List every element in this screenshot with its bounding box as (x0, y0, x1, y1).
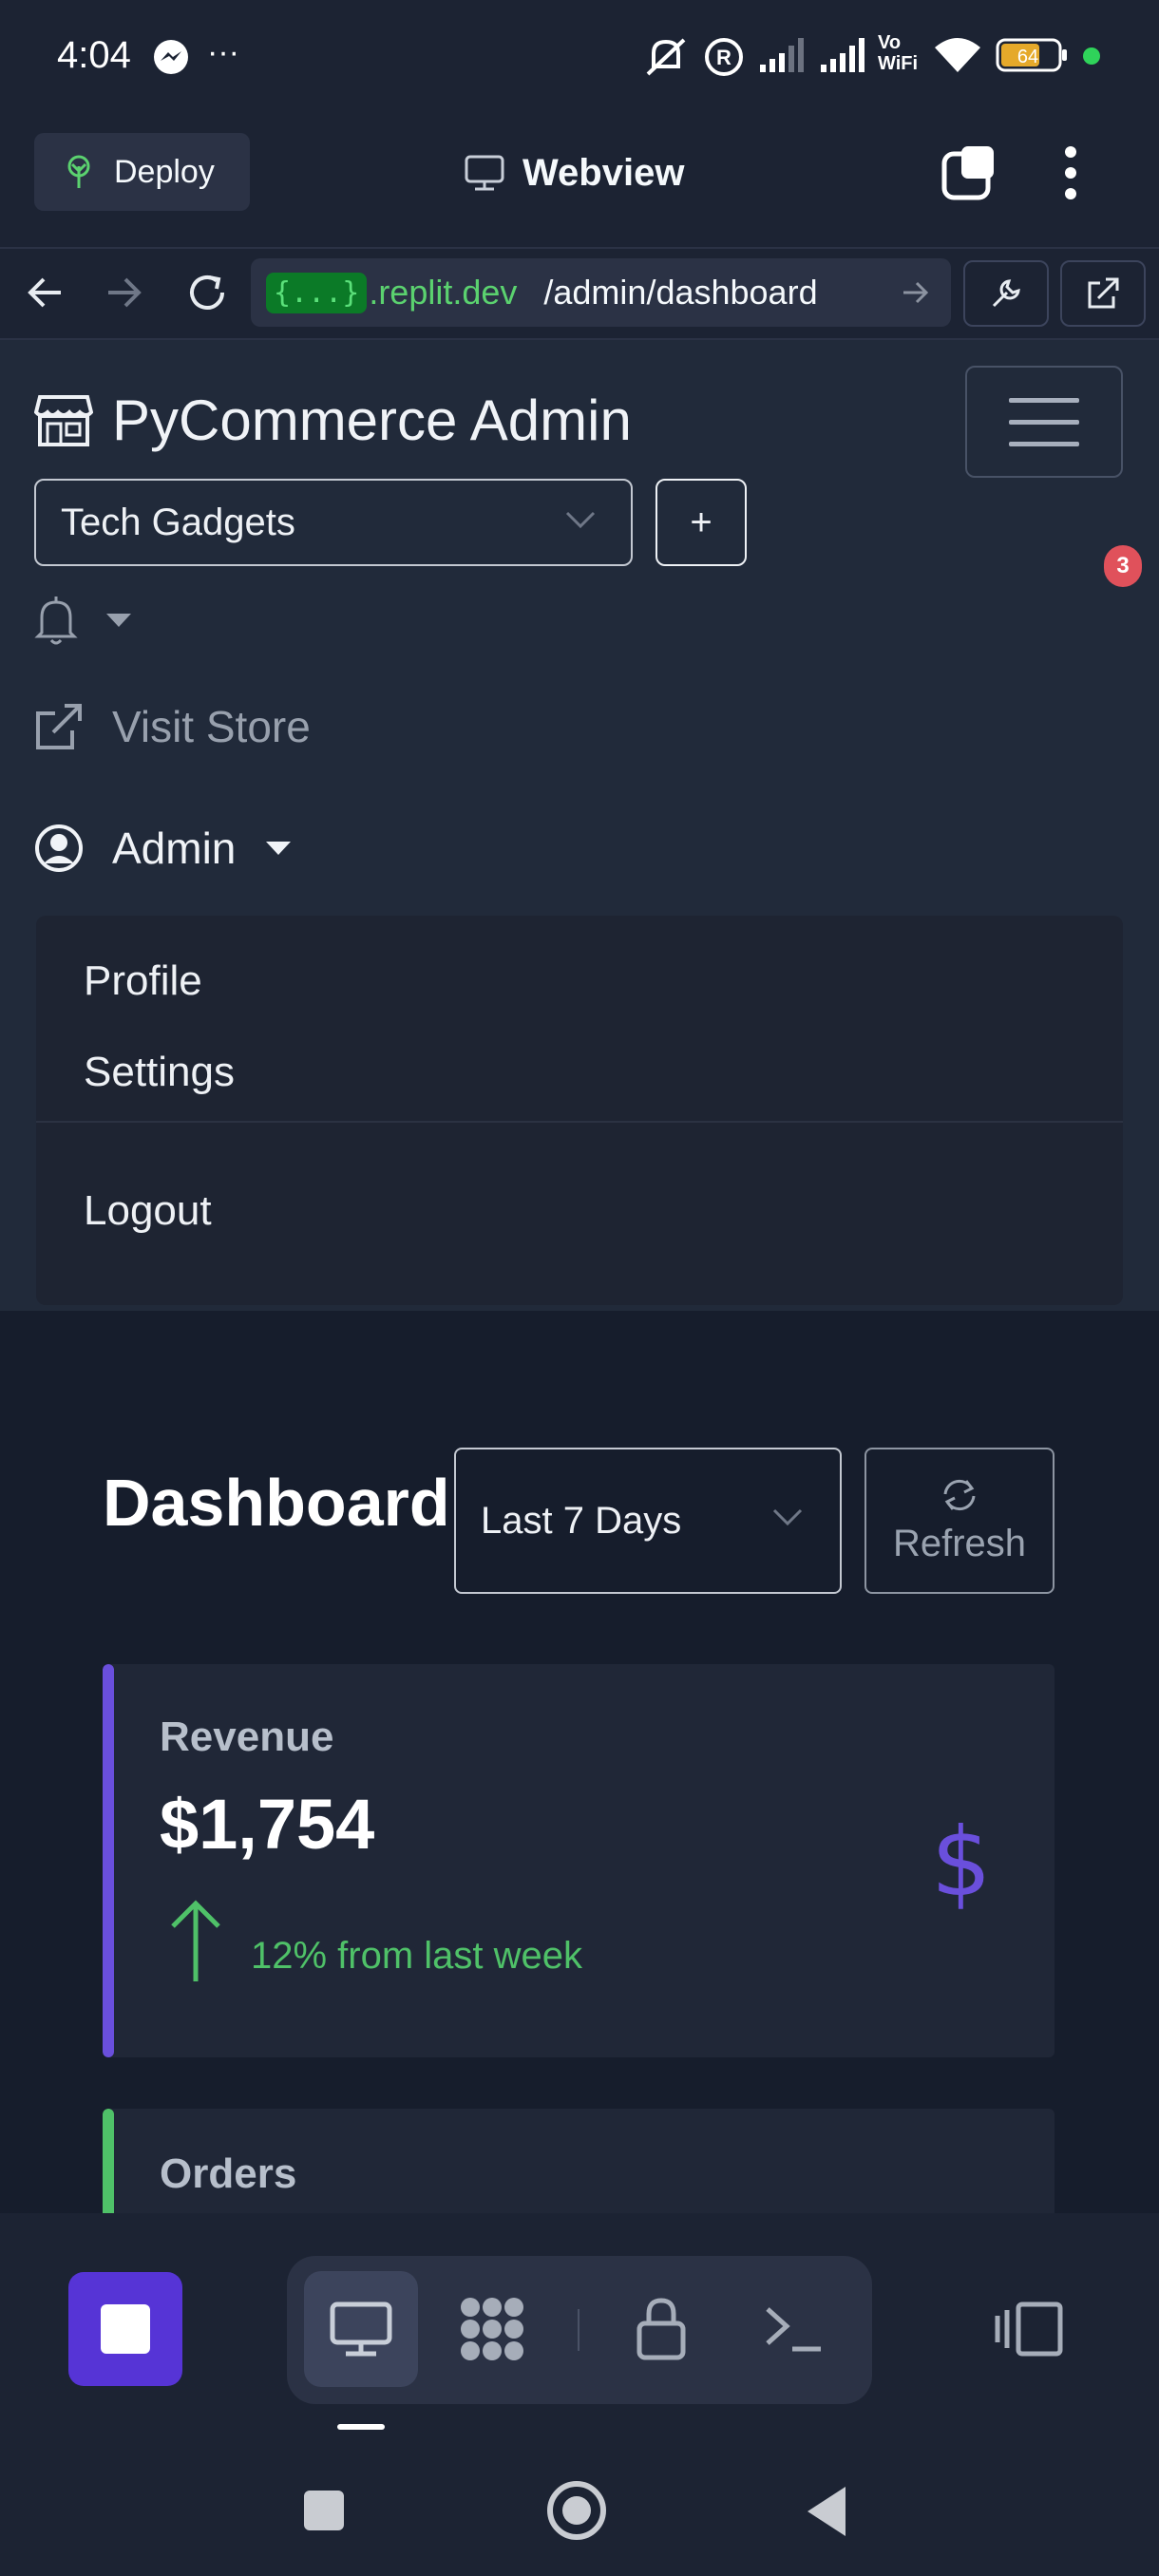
back-button[interactable] (804, 2485, 849, 2538)
status-time: 4:04 (57, 34, 131, 76)
store-select[interactable]: Tech Gadgets (34, 479, 633, 566)
home-button[interactable] (547, 2481, 606, 2540)
go-arrow-icon[interactable] (902, 279, 930, 306)
tabs-switcher-icon[interactable] (940, 142, 999, 201)
svg-text:64: 64 (1017, 47, 1038, 67)
webview-tab-title: Webview (464, 142, 684, 203)
menu-item-settings[interactable]: Settings (84, 1049, 235, 1096)
recents-button[interactable] (304, 2491, 344, 2530)
monitor-icon (329, 2301, 393, 2358)
stop-button[interactable] (68, 2272, 182, 2386)
active-tab-indicator (337, 2424, 385, 2430)
revenue-card: Revenue $1,754 12% from last week $ (103, 1664, 1054, 2057)
mute-icon (642, 34, 690, 80)
devtools-button[interactable] (963, 260, 1049, 327)
signal-icon-2 (819, 36, 870, 74)
caret-down-icon (264, 840, 293, 857)
bell-icon (34, 595, 78, 646)
chevron-down-icon (771, 1506, 804, 1527)
admin-navbar: PyCommerce Admin Tech Gadgets + 3 Visit … (0, 340, 1159, 1311)
notifications-toggle[interactable] (34, 595, 133, 646)
page-title: Dashboard (103, 1466, 450, 1540)
reload-icon[interactable] (184, 270, 230, 315)
dots-grid-icon (457, 2294, 527, 2364)
webview-tab[interactable] (304, 2271, 418, 2387)
url-host: .replit.dev (369, 273, 518, 312)
deploy-button[interactable]: Deploy (34, 133, 250, 211)
hamburger-icon-line (1009, 419, 1079, 425)
navbar-toggler[interactable] (965, 366, 1123, 478)
signal-icon-1 (758, 36, 809, 74)
secrets-tab[interactable] (604, 2271, 718, 2387)
brand-link[interactable]: PyCommerce Admin (34, 388, 632, 453)
menu-divider (36, 1121, 1123, 1123)
trend-text: 12% from last week (251, 1935, 583, 1977)
url-path: /admin/dashboard (543, 273, 818, 312)
battery-icon: 64 (996, 38, 1068, 72)
tab-separator (578, 2309, 580, 2351)
active-dot-indicator (1083, 47, 1100, 65)
orders-card: Orders (103, 2109, 1054, 2213)
layout-toggle-icon[interactable] (994, 2299, 1066, 2359)
card-accent (103, 1664, 114, 2057)
card-accent (103, 2109, 114, 2213)
shop-icon (34, 393, 93, 448)
status-bar: 4:04 ··· R Vo WiFi 64 (0, 0, 1159, 114)
open-new-tab-button[interactable] (1060, 260, 1146, 327)
home-icon (562, 2496, 591, 2525)
messenger-icon (152, 38, 190, 76)
date-range-select[interactable]: Last 7 Days (454, 1448, 842, 1594)
deploy-icon (63, 154, 95, 190)
shell-tab[interactable] (737, 2271, 851, 2387)
card-label: Revenue (160, 1714, 334, 1760)
url-badge: {...} (266, 272, 368, 313)
refresh-icon (940, 1477, 979, 1513)
menu-item-profile[interactable]: Profile (84, 957, 202, 1005)
chevron-down-icon (564, 509, 597, 530)
deploy-label: Deploy (114, 153, 215, 190)
user-circle-icon (34, 824, 84, 873)
forward-arrow-icon[interactable] (103, 272, 144, 313)
add-store-button[interactable]: + (656, 479, 747, 566)
notification-badge: 3 (1104, 545, 1142, 587)
admin-dropdown-menu: Profile Settings Logout (36, 916, 1123, 1305)
workspace-tab[interactable] (435, 2271, 549, 2387)
caret-down-icon (104, 612, 133, 629)
vowifi-icon: Vo WiFi (878, 32, 919, 74)
refresh-label: Refresh (892, 1522, 1027, 1564)
wifi-icon (933, 36, 982, 74)
svg-text:R: R (716, 46, 732, 69)
webview-content: PyCommerce Admin Tech Gadgets + 3 Visit … (0, 340, 1159, 2213)
registered-icon: R (703, 36, 745, 78)
external-link-icon (1085, 275, 1121, 312)
lock-icon (636, 2297, 687, 2361)
webview-title-text: Webview (522, 151, 685, 194)
date-range-value: Last 7 Days (481, 1499, 682, 1542)
stop-icon (101, 2304, 150, 2354)
admin-label: Admin (112, 824, 237, 873)
url-field[interactable]: {...} .replit.dev /admin/dashboard (251, 258, 951, 327)
brand-name: PyCommerce Admin (112, 388, 632, 452)
back-arrow-icon[interactable] (25, 272, 66, 313)
terminal-icon (764, 2303, 825, 2355)
refresh-button[interactable]: Refresh (864, 1448, 1054, 1594)
revenue-value: $1,754 (160, 1785, 375, 1864)
tab-group (287, 2256, 872, 2404)
hamburger-icon-line (1009, 441, 1079, 446)
wrench-icon (988, 275, 1024, 312)
monitor-icon (464, 154, 505, 192)
hamburger-icon-line (1009, 397, 1079, 403)
store-select-value: Tech Gadgets (61, 501, 295, 543)
more-notifications-icon: ··· (207, 34, 239, 70)
dollar-icon: $ (931, 1807, 992, 1918)
visit-store-label: Visit Store (112, 702, 311, 751)
arrow-up-icon (169, 1898, 222, 1983)
revenue-trend: 12% from last week (169, 1898, 582, 1983)
external-link-icon (34, 702, 84, 751)
visit-store-link[interactable]: Visit Store (34, 701, 311, 752)
more-vertical-icon[interactable] (1054, 142, 1087, 203)
admin-user-dropdown[interactable]: Admin (34, 823, 293, 874)
card-label: Orders (160, 2150, 297, 2197)
menu-item-logout[interactable]: Logout (84, 1187, 212, 1235)
